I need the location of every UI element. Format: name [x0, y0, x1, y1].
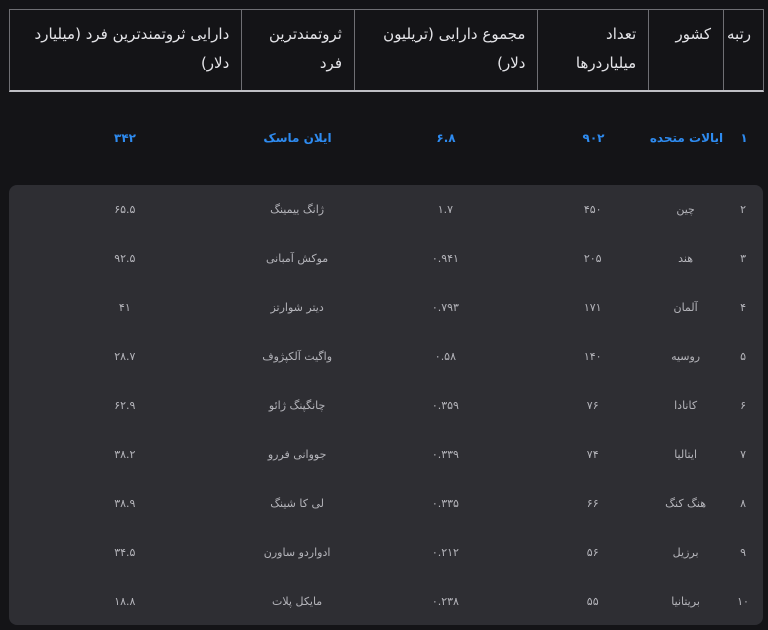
- table-row: ۵ روسیه ۱۴۰ ۰.۵۸ واگیت آلکپژوف ۲۸.۷: [9, 332, 763, 381]
- cell-total: ۶.۸: [436, 131, 456, 145]
- cell-person: دیتر شوارتز: [270, 301, 324, 314]
- cell-rank: ۲: [740, 203, 746, 216]
- cell-count: ۴۵۰: [583, 203, 602, 216]
- cell-person: ایلان ماسک: [263, 131, 332, 145]
- cell-country: ایالات متحده: [649, 131, 724, 145]
- table-row: ۱۰ بریتانیا ۵۵ ۰.۲۳۸ مایکل پلات ۱۸.۸: [9, 577, 763, 626]
- cell-country: کانادا: [674, 399, 698, 412]
- cell-wealth: ۳۸.۹: [114, 497, 136, 510]
- cell-person: ژانگ ییمینگ: [270, 203, 325, 216]
- cell-wealth: ۱۸.۸: [114, 595, 136, 608]
- cell-total: ۰.۳۵۹: [431, 399, 459, 412]
- cell-country: هنگ کنگ: [665, 497, 707, 510]
- cell-country: ایتالیا: [674, 448, 697, 461]
- cell-total: ۰.۳۳۹: [431, 448, 459, 461]
- cell-count: ۷۴: [586, 448, 599, 461]
- cell-rank: ۸: [740, 497, 746, 510]
- cell-person: موکش آمبانی: [266, 252, 329, 265]
- header-count: تعداد میلیاردرها: [537, 10, 648, 90]
- cell-country: هند: [678, 252, 694, 265]
- cell-count: ۱۷۱: [583, 301, 602, 314]
- cell-total: ۰.۵۸: [434, 350, 457, 363]
- cell-rank: ۵: [740, 350, 746, 363]
- cell-total: ۰.۲۳۸: [431, 595, 459, 608]
- cell-count: ۵۶: [586, 546, 599, 559]
- cell-rank: ۱۰: [737, 595, 749, 608]
- table-row-highlight: ۱ ایالات متحده ۹۰۲ ۶.۸ ایلان ماسک ۳۴۲: [9, 92, 764, 184]
- cell-wealth: ۲۸.۷: [114, 350, 136, 363]
- cell-person: ادواردو ساورن: [263, 546, 331, 559]
- cell-rank: ۳: [740, 252, 746, 265]
- cell-rank: ۷: [740, 448, 746, 461]
- cell-count: ۶۶: [586, 497, 599, 510]
- table-row: ۷ ایتالیا ۷۴ ۰.۳۳۹ جووانی فررو ۳۸.۲: [9, 430, 763, 479]
- cell-country: چین: [676, 203, 695, 216]
- cell-person: جووانی فررو: [267, 448, 327, 461]
- cell-total: ۰.۷۹۳: [431, 301, 459, 314]
- cell-total: ۱.۷: [437, 203, 454, 216]
- cell-wealth: ۴۱: [118, 301, 131, 314]
- cell-count: ۷۶: [586, 399, 599, 412]
- cell-wealth: ۶۵.۵: [114, 203, 136, 216]
- billionaires-table: رتبه کشور تعداد میلیاردرها مجموع دارایی …: [9, 9, 764, 625]
- cell-wealth: ۳۴.۵: [114, 546, 136, 559]
- cell-count: ۱۴۰: [583, 350, 602, 363]
- cell-wealth: ۶۲.۹: [114, 399, 136, 412]
- table-row: ۹ برزیل ۵۶ ۰.۲۱۲ ادواردو ساورن ۳۴.۵: [9, 528, 763, 577]
- cell-rank: ۹: [740, 546, 746, 559]
- cell-country: بریتانیا: [671, 595, 700, 608]
- table-row: ۳ هند ۲۰۵ ۰.۹۴۱ موکش آمبانی ۹۲.۵: [9, 234, 763, 283]
- cell-person: واگیت آلکپژوف: [262, 350, 333, 363]
- header-country: کشور: [648, 10, 723, 90]
- cell-wealth: ۹۲.۵: [114, 252, 136, 265]
- table-body: ۲ چین ۴۵۰ ۱.۷ ژانگ ییمینگ ۶۵.۵ ۳ هند ۲۰۵ ۰.۹۴۱ موک…: [9, 185, 763, 625]
- cell-country: برزیل: [672, 546, 699, 559]
- cell-total: ۰.۲۱۲: [431, 546, 459, 559]
- cell-person: مایکل پلات: [272, 595, 323, 608]
- table-row: ۴ آلمان ۱۷۱ ۰.۷۹۳ دیتر شوارتز ۴۱: [9, 283, 763, 332]
- table-row: ۶ کانادا ۷۶ ۰.۳۵۹ چانگپنگ ژائو ۶۲.۹: [9, 381, 763, 430]
- cell-total: ۰.۳۳۵: [431, 497, 459, 510]
- cell-rank: ۴: [740, 301, 746, 314]
- header-person: ثروتمندترین فرد: [241, 10, 354, 90]
- cell-wealth: ۳۸.۲: [114, 448, 136, 461]
- cell-total: ۰.۹۴۱: [431, 252, 459, 265]
- header-total: مجموع دارایی (تریلیون دلار): [354, 10, 537, 90]
- cell-count: ۲۰۵: [583, 252, 602, 265]
- cell-person: چانگپنگ ژائو: [268, 399, 326, 412]
- header-rank: رتبه: [723, 10, 763, 90]
- cell-count: ۵۵: [586, 595, 599, 608]
- cell-rank: ۱: [740, 131, 748, 145]
- cell-country: روسیه: [671, 350, 701, 363]
- cell-country: آلمان: [673, 301, 698, 314]
- table-header: رتبه کشور تعداد میلیاردرها مجموع دارایی …: [9, 9, 764, 92]
- table-row: ۸ هنگ کنگ ۶۶ ۰.۳۳۵ لی کا شینگ ۳۸.۹: [9, 479, 763, 528]
- header-wealth: دارایی ثروتمندترین فرد (میلیارد دلار): [34, 25, 230, 72]
- cell-rank: ۶: [740, 399, 746, 412]
- table-row: ۲ چین ۴۵۰ ۱.۷ ژانگ ییمینگ ۶۵.۵: [9, 185, 763, 234]
- cell-wealth: ۳۴۲: [114, 131, 136, 145]
- cell-person: لی کا شینگ: [270, 497, 325, 510]
- cell-count: ۹۰۲: [582, 131, 605, 145]
